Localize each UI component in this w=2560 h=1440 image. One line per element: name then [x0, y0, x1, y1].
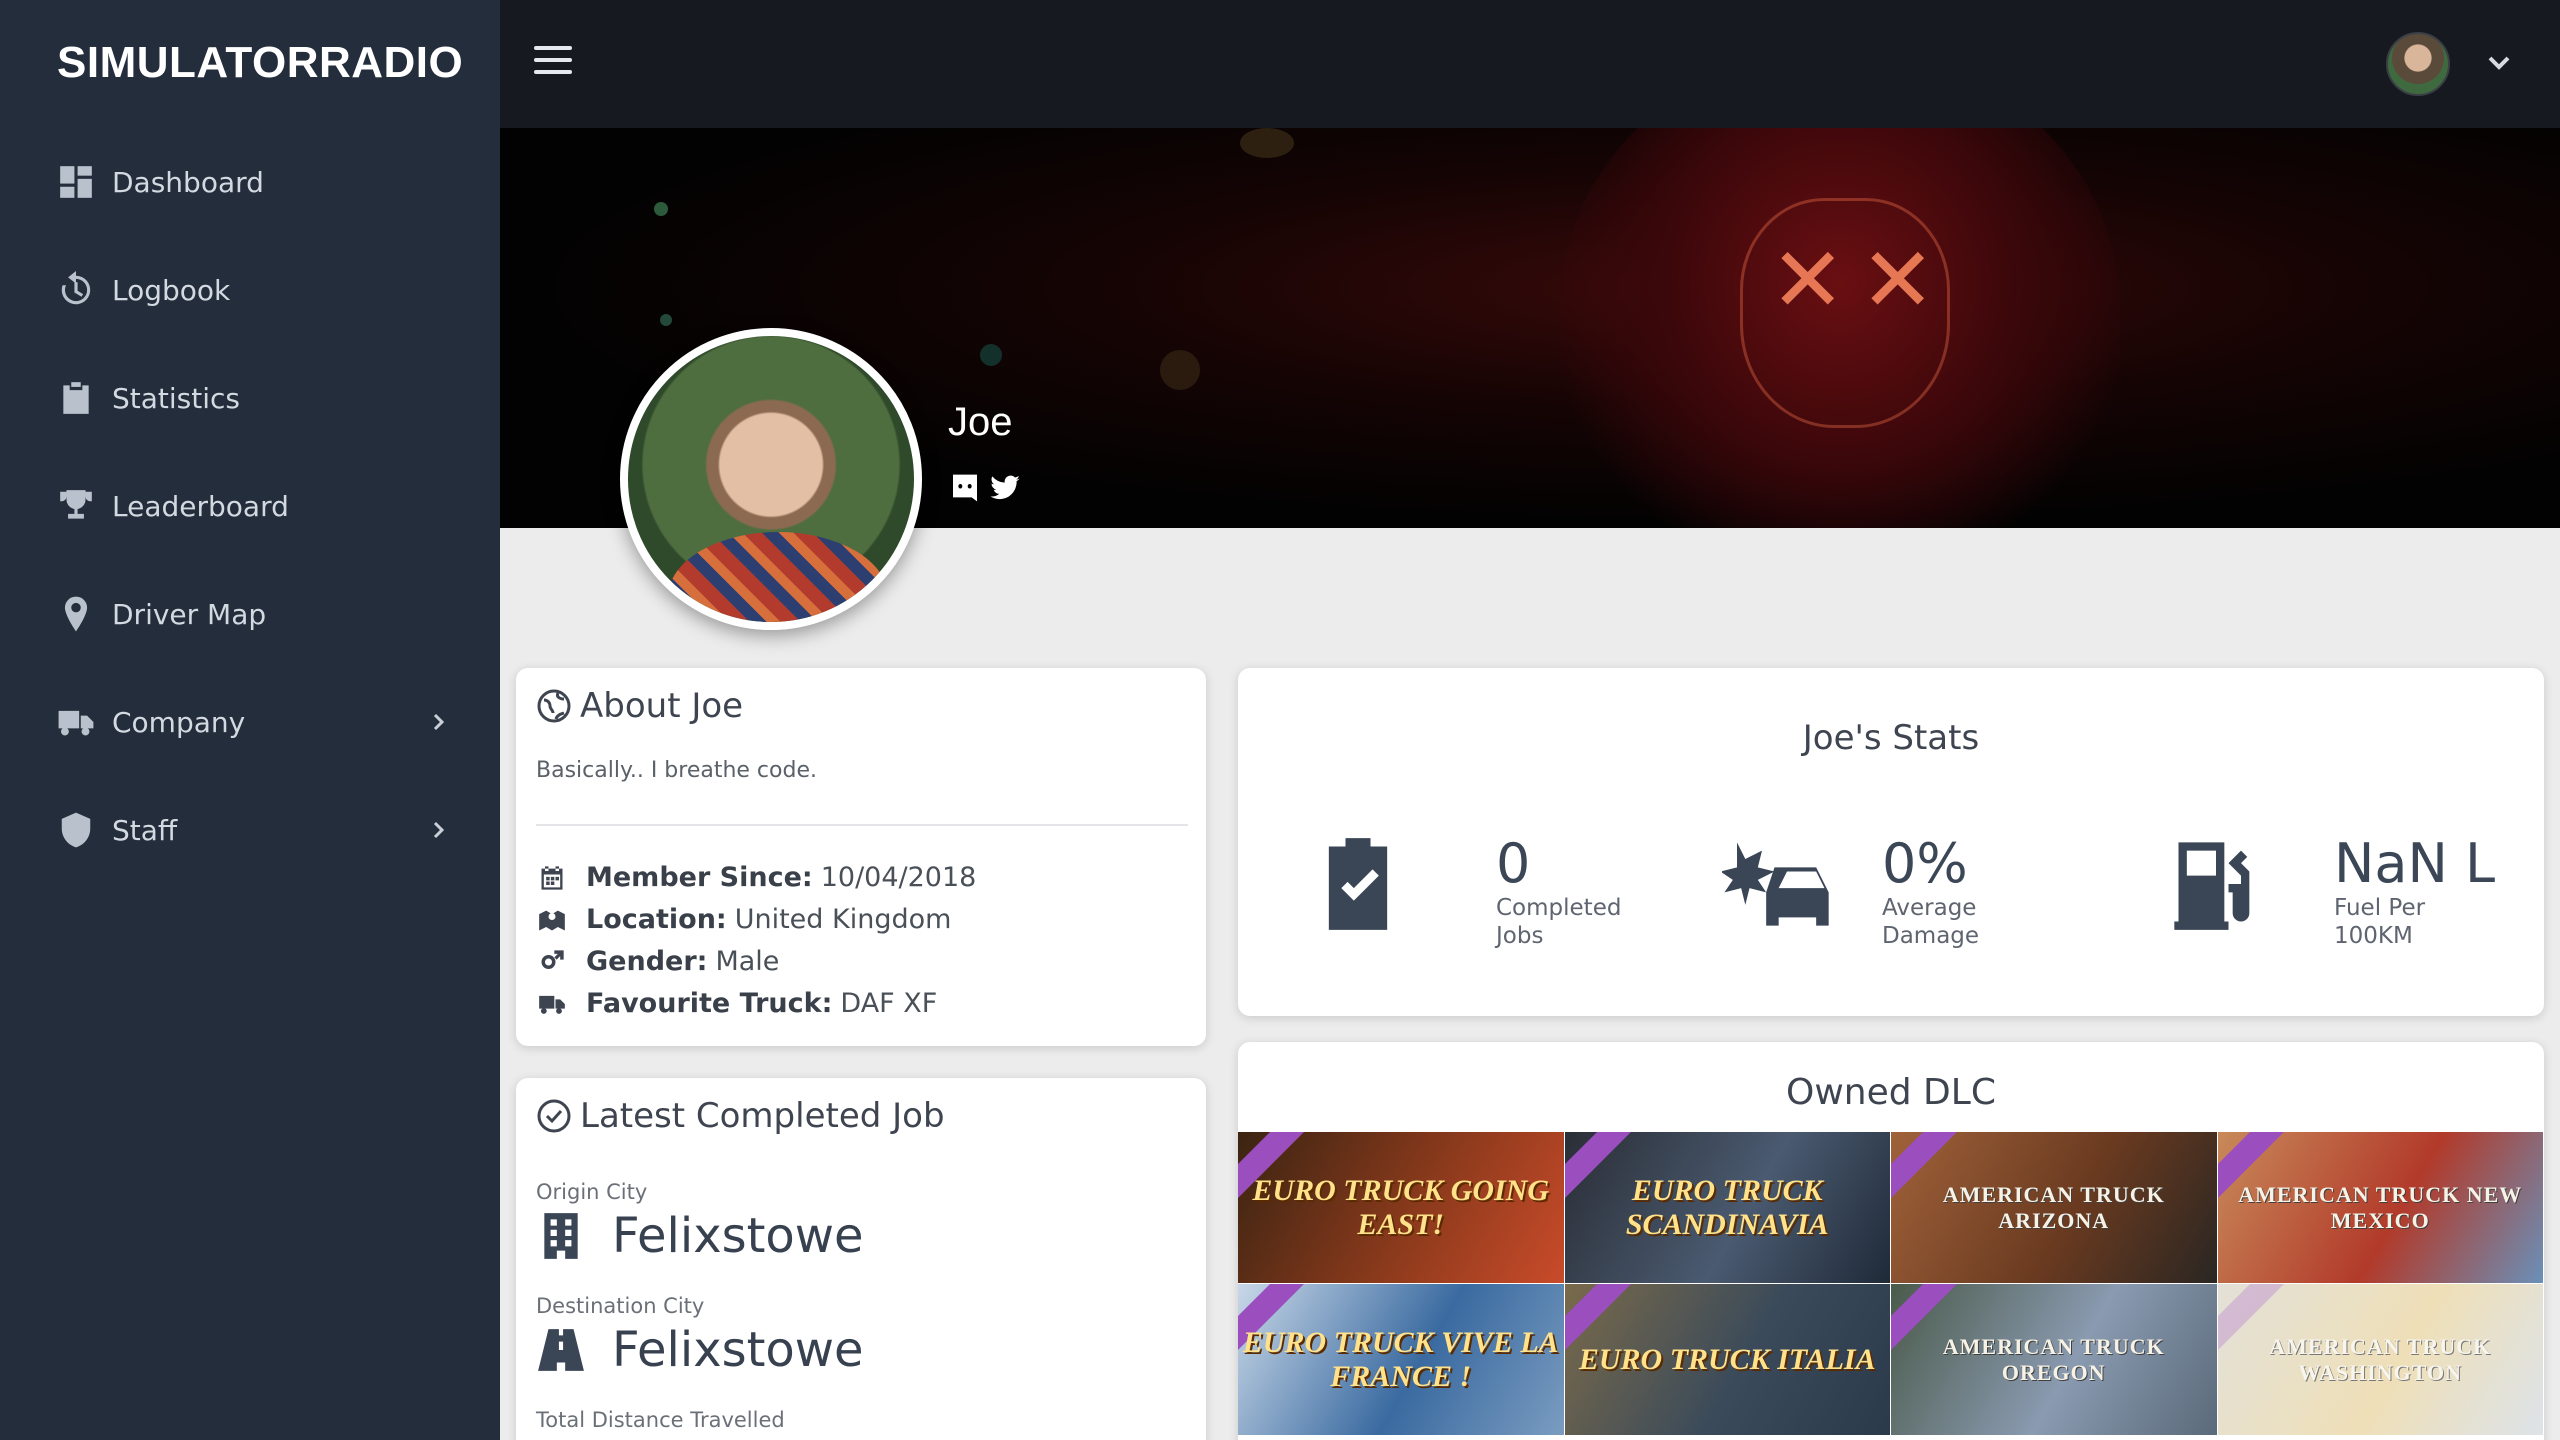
shield-icon	[56, 810, 96, 850]
profile-name: Joe	[948, 400, 1013, 444]
sidebar-item-statistics[interactable]: Statistics	[0, 344, 500, 452]
dlc-tile[interactable]: AMERICAN TRUCK NEW MEXICO	[2217, 1132, 2544, 1284]
owned-dlc-title: Owned DLC	[1786, 1072, 1996, 1113]
menu-toggle-button[interactable]	[534, 46, 572, 76]
sidebar-item-logbook[interactable]: Logbook	[0, 236, 500, 344]
about-title: About Joe	[536, 686, 743, 726]
owned-dlc-card: Owned DLC EURO TRUCK GOING EAST! EURO TR…	[1238, 1042, 2544, 1440]
fuel-label: Fuel Per 100KM	[2334, 895, 2426, 949]
sidebar-item-label: Leaderboard	[112, 489, 289, 523]
chevron-right-icon	[428, 820, 448, 840]
completed-jobs-label: Completed Jobs	[1496, 895, 1622, 949]
sidebar-item-label: Staff	[112, 813, 178, 847]
average-damage-label: Average Damage	[1882, 895, 1980, 949]
dlc-tile[interactable]: AMERICAN TRUCK ARIZONA	[1891, 1132, 2218, 1284]
chevron-down-icon[interactable]	[2484, 48, 2514, 78]
history-icon	[56, 270, 96, 310]
sidebar-item-company[interactable]: Company	[0, 668, 500, 776]
latest-job-title: Latest Completed Job	[536, 1096, 945, 1136]
globe-icon	[536, 688, 572, 724]
brand-logo[interactable]: SIMULATORRADIO	[57, 38, 463, 88]
gender-icon	[536, 947, 568, 977]
clipboard-icon	[56, 378, 96, 418]
about-bio: Basically.. I breathe code.	[536, 758, 817, 783]
profile-avatar	[620, 328, 922, 630]
social-links	[948, 472, 1022, 504]
dlc-tile[interactable]: EURO TRUCK ITALIA	[1564, 1284, 1891, 1436]
sidebar-item-label: Company	[112, 705, 246, 739]
dlc-grid: EURO TRUCK GOING EAST! EURO TRUCK SCANDI…	[1238, 1132, 2544, 1436]
destination-city: Felixstowe	[536, 1322, 864, 1378]
sidebar-item-label: Logbook	[112, 273, 231, 307]
dlc-tile[interactable]: AMERICAN TRUCK WASHINGTON	[2217, 1284, 2544, 1436]
clipboard-check-icon	[1308, 834, 1408, 934]
completed-jobs-stat: 0 Completed Jobs	[1308, 834, 1636, 950]
sidebar-item-label: Statistics	[112, 381, 240, 415]
sidebar-item-label: Dashboard	[112, 165, 264, 199]
trophy-icon	[56, 486, 96, 526]
banner-light	[1160, 350, 1200, 390]
user-avatar[interactable]	[2386, 32, 2450, 96]
truck-icon	[56, 702, 96, 742]
gas-pump-icon	[2166, 834, 2266, 934]
banner-light	[1240, 128, 1294, 158]
dlc-tile[interactable]: EURO TRUCK SCANDINAVIA	[1564, 1132, 1891, 1284]
sidebar-item-staff[interactable]: Staff	[0, 776, 500, 884]
sidebar-item-label: Driver Map	[112, 597, 267, 631]
car-crash-icon	[1720, 834, 1852, 934]
about-card: About Joe Basically.. I breathe code. Me…	[516, 668, 1206, 1046]
average-damage-value: 0%	[1882, 832, 1968, 895]
map-location-icon	[536, 905, 568, 935]
destination-label: Destination City	[536, 1294, 705, 1318]
chevron-right-icon	[428, 712, 448, 732]
origin-label: Origin City	[536, 1180, 648, 1204]
banner-x-eye: ✕	[1860, 228, 1936, 333]
road-icon	[536, 1325, 586, 1375]
truck-icon	[536, 989, 568, 1019]
sidebar-nav: Dashboard Logbook Statistics Leaderboard…	[0, 128, 500, 884]
check-circle-icon	[536, 1098, 572, 1134]
banner-x-eye: ✕	[1770, 228, 1846, 333]
twitter-icon[interactable]	[988, 472, 1022, 504]
average-damage-stat: 0% Average Damage	[1720, 832, 2022, 950]
divider	[536, 824, 1188, 826]
completed-jobs-value: 0	[1496, 832, 1531, 895]
discord-icon[interactable]	[948, 472, 982, 504]
member-since-row: Member Since: 10/04/2018	[536, 862, 976, 893]
building-icon	[536, 1211, 586, 1261]
stats-card: Joe's Stats 0 Completed Jobs 0% Average …	[1238, 668, 2544, 1016]
dlc-tile[interactable]: EURO TRUCK GOING EAST!	[1238, 1132, 1565, 1284]
dashboard-icon	[56, 162, 96, 202]
distance-label: Total Distance Travelled	[536, 1408, 785, 1432]
map-pin-icon	[56, 594, 96, 634]
origin-city: Felixstowe	[536, 1208, 864, 1264]
sidebar-item-dashboard[interactable]: Dashboard	[0, 128, 500, 236]
gender-row: Gender: Male	[536, 946, 779, 977]
fuel-value: NaN L	[2334, 832, 2496, 895]
stats-title: Joe's Stats	[1802, 718, 1980, 758]
location-row: Location: United Kingdom	[536, 904, 951, 935]
sidebar: SIMULATORRADIO Dashboard Logbook Statist…	[0, 0, 500, 1440]
dlc-tile[interactable]: EURO TRUCK VIVE LA FRANCE !	[1238, 1284, 1565, 1436]
favourite-truck-row: Favourite Truck: DAF XF	[536, 988, 937, 1019]
fuel-stat: NaN L Fuel Per 100KM	[2166, 834, 2495, 950]
sidebar-item-leaderboard[interactable]: Leaderboard	[0, 452, 500, 560]
banner-light	[654, 202, 668, 216]
topbar	[500, 0, 2560, 128]
banner-light	[980, 344, 1002, 366]
banner-light	[660, 314, 672, 326]
sidebar-item-driver-map[interactable]: Driver Map	[0, 560, 500, 668]
latest-job-card: Latest Completed Job Origin City Felixst…	[516, 1078, 1206, 1440]
dlc-tile[interactable]: AMERICAN TRUCK OREGON	[1891, 1284, 2218, 1436]
calendar-icon	[536, 863, 568, 893]
